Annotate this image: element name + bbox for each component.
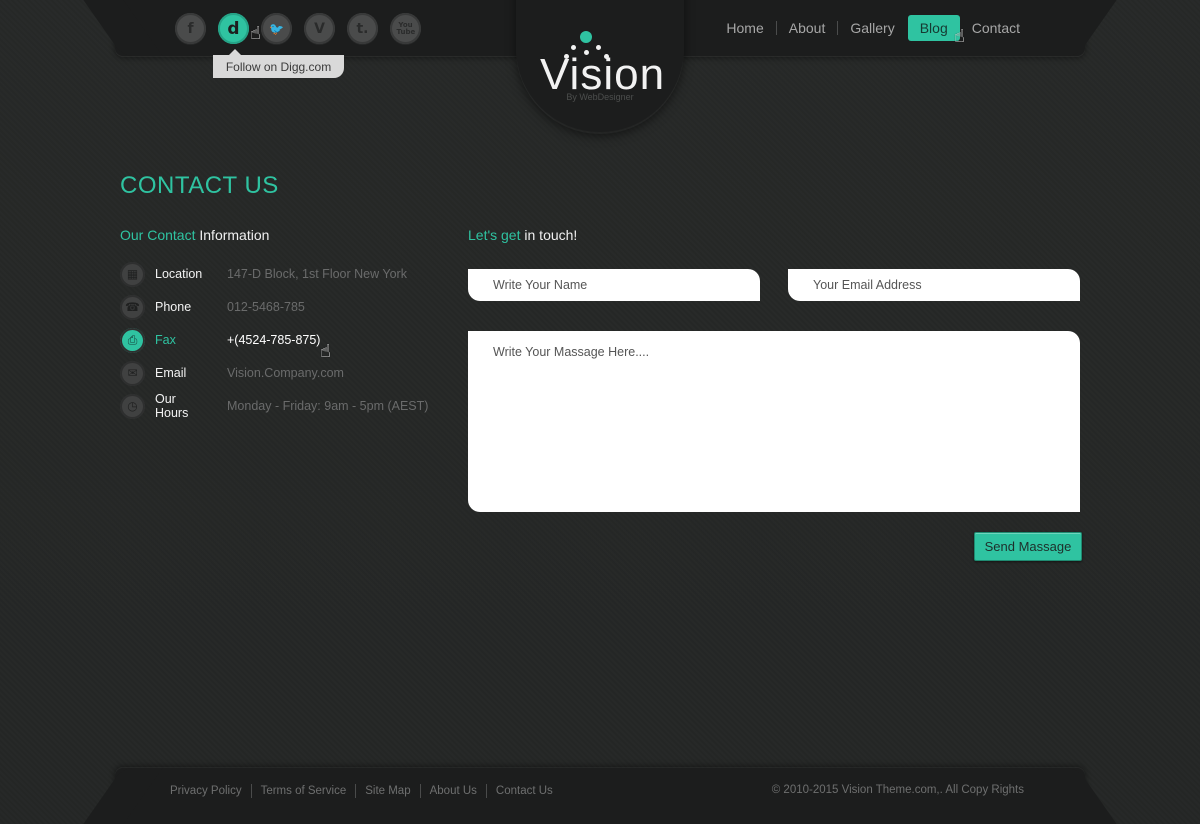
nav-item-contact[interactable]: Contact bbox=[960, 15, 1032, 41]
info-label: Email bbox=[155, 366, 187, 380]
footer-link-about[interactable]: About Us bbox=[421, 785, 486, 797]
email-input[interactable] bbox=[788, 269, 1080, 301]
vimeo-glyph: V bbox=[314, 20, 325, 37]
message-textarea[interactable] bbox=[468, 331, 1080, 512]
fax-icon: ⎙ bbox=[120, 327, 145, 353]
info-value[interactable]: 012-5468-785 bbox=[227, 300, 305, 314]
hand-cursor-icon: ☝ bbox=[320, 341, 331, 361]
twitter-glyph: 🐦 bbox=[269, 21, 284, 36]
info-value[interactable]: +(4524-785-875) bbox=[227, 333, 320, 347]
contact-info-heading: Our Contact Information bbox=[120, 227, 269, 243]
logo-tagline: By WebDesigner bbox=[566, 92, 634, 102]
info-label: Fax bbox=[155, 333, 176, 347]
contact-info-heading-accent: Our Contact bbox=[120, 227, 196, 243]
nav-item-home[interactable]: Home bbox=[714, 15, 775, 41]
info-label: Phone bbox=[155, 300, 192, 314]
footer-link-terms[interactable]: Terms of Service bbox=[252, 785, 356, 797]
info-label: Our Hours bbox=[155, 392, 189, 420]
form-heading-accent: Let's get bbox=[468, 227, 521, 243]
nav-item-blog[interactable]: Blog bbox=[907, 15, 960, 41]
info-row-hours: ◷ Our Hours Monday - Friday: 9am - 5pm (… bbox=[120, 392, 428, 420]
phone-icon: ☎ bbox=[120, 294, 145, 320]
footer-links: Privacy Policy Terms of Service Site Map… bbox=[170, 784, 562, 798]
copyright-text: © 2010-2015 Vision Theme.com,. All Copy … bbox=[771, 784, 1024, 796]
hand-cursor-icon: ☝ bbox=[954, 26, 965, 46]
logo-dot-accent bbox=[580, 31, 592, 43]
clock-icon: ◷ bbox=[120, 393, 145, 419]
nav-item-gallery[interactable]: Gallery bbox=[838, 15, 906, 41]
envelope-icon: ✉ bbox=[120, 360, 145, 386]
building-icon: ▦ bbox=[120, 261, 145, 287]
twitter-icon[interactable]: 🐦 bbox=[261, 13, 292, 44]
footer-link-sitemap[interactable]: Site Map bbox=[356, 785, 419, 797]
main-nav: Home About Gallery Blog Contact bbox=[714, 15, 1032, 41]
info-value[interactable]: Vision.Company.com bbox=[227, 366, 344, 380]
digg-glyph: d bbox=[227, 18, 240, 39]
name-input[interactable] bbox=[468, 269, 760, 301]
send-message-button[interactable]: Send Massage bbox=[974, 532, 1082, 561]
form-heading: Let's get in touch! bbox=[468, 227, 577, 243]
info-row-email: ✉ Email Vision.Company.com bbox=[120, 360, 344, 386]
tumblr-icon[interactable]: t. bbox=[347, 13, 378, 44]
facebook-icon[interactable]: f bbox=[175, 13, 206, 44]
info-value: Monday - Friday: 9am - 5pm (AEST) bbox=[227, 399, 429, 413]
info-row-location: ▦ Location 147-D Block, 1st Floor New Yo… bbox=[120, 261, 407, 287]
footer-link-privacy[interactable]: Privacy Policy bbox=[170, 785, 251, 797]
vimeo-icon[interactable]: V bbox=[304, 13, 335, 44]
youtube-icon[interactable]: You Tube bbox=[390, 13, 421, 44]
info-row-phone: ☎ Phone 012-5468-785 bbox=[120, 294, 305, 320]
digg-icon[interactable]: d bbox=[218, 13, 249, 44]
info-value: 147-D Block, 1st Floor New York bbox=[227, 267, 407, 281]
footer-link-contact[interactable]: Contact Us bbox=[487, 785, 562, 797]
hand-cursor-icon: ☝ bbox=[250, 23, 261, 43]
page-title: CONTACT US bbox=[120, 172, 279, 199]
info-row-fax: ⎙ Fax +(4524-785-875) bbox=[120, 327, 320, 353]
tooltip-text: Follow on Digg.com bbox=[225, 59, 332, 74]
facebook-glyph: f bbox=[187, 20, 194, 37]
info-label: Location bbox=[155, 267, 203, 281]
nav-item-about[interactable]: About bbox=[777, 15, 838, 41]
tumblr-glyph: t. bbox=[356, 20, 369, 37]
contact-info-heading-rest: Information bbox=[195, 227, 270, 243]
form-heading-rest: in touch! bbox=[520, 227, 578, 243]
social-tooltip: Follow on Digg.com bbox=[213, 49, 344, 78]
youtube-glyph: You Tube bbox=[396, 20, 416, 36]
